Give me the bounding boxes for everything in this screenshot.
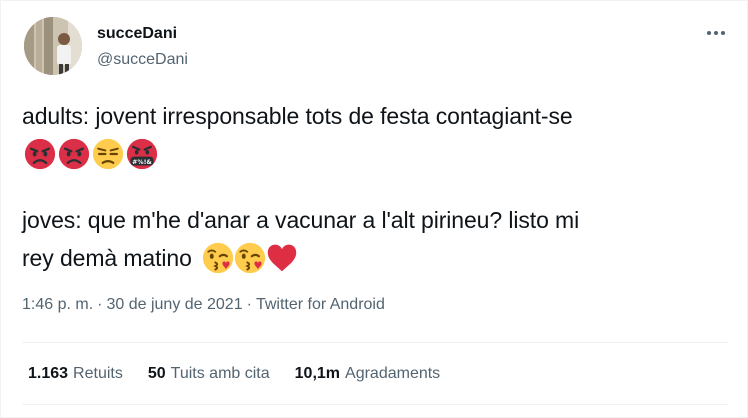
svg-text:#%!&: #%!& bbox=[132, 159, 152, 166]
unamused-face-icon bbox=[92, 138, 124, 170]
avatar[interactable] bbox=[24, 17, 82, 75]
quotes-label: Tuits amb cita bbox=[170, 365, 270, 382]
retweets-stat[interactable]: 1.163 Retuits bbox=[28, 364, 123, 384]
tweet-text-line-2: joves: que m'he d'anar a vacunar a l'alt… bbox=[22, 207, 580, 233]
tweet-text-line-3-row: rey demà matino bbox=[22, 242, 722, 274]
pouting-face-icon bbox=[24, 138, 56, 170]
pouting-face-icon bbox=[58, 138, 90, 170]
divider bbox=[22, 342, 728, 343]
likes-stat[interactable]: 10,1m Agradaments bbox=[295, 364, 441, 384]
engagement-stats: 1.163 Retuits 50 Tuits amb cita 10,1m Ag… bbox=[28, 364, 465, 384]
red-heart-icon bbox=[266, 242, 298, 274]
tweet-time[interactable]: 1:46 p. m. bbox=[22, 295, 93, 315]
face-blowing-a-kiss-icon bbox=[234, 242, 266, 274]
tweet-text-line-3: rey demà matino bbox=[22, 245, 192, 271]
divider bbox=[22, 404, 728, 405]
retweets-label: Retuits bbox=[73, 365, 123, 382]
face-with-symbols-on-mouth-icon: #%!& bbox=[126, 138, 158, 170]
likes-label: Agradaments bbox=[345, 365, 441, 382]
quotes-stat[interactable]: 50 Tuits amb cita bbox=[148, 364, 270, 384]
likes-count: 10,1m bbox=[294, 365, 341, 382]
tweet-source[interactable]: Twitter for Android bbox=[256, 295, 385, 315]
separator-dot: · bbox=[97, 296, 103, 313]
face-blowing-a-kiss-icon bbox=[202, 242, 234, 274]
quotes-count: 50 bbox=[147, 365, 166, 382]
tweet-date[interactable]: 30 de juny de 2021 bbox=[106, 295, 242, 315]
tweet-metadata: 1:46 p. m. · 30 de juny de 2021 · Twitte… bbox=[22, 295, 385, 315]
more-options-icon[interactable] bbox=[701, 21, 731, 45]
tweet-card: succeDani @succeDani adults: jovent irre… bbox=[0, 0, 748, 418]
user-handle[interactable]: @succeDani bbox=[97, 50, 188, 70]
retweets-count: 1.163 bbox=[28, 365, 69, 382]
tweet-text-line-1: adults: jovent irresponsable tots de fes… bbox=[22, 103, 573, 129]
separator-dot: · bbox=[246, 296, 252, 313]
emoji-row-1: #%!& bbox=[24, 138, 158, 170]
display-name[interactable]: succeDani bbox=[97, 24, 177, 44]
